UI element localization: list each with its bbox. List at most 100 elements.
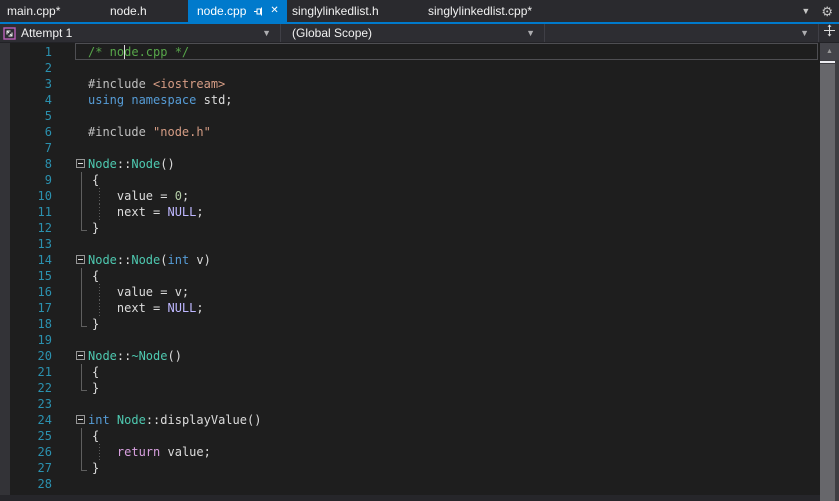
line-number: 23 <box>37 397 52 411</box>
tab-main-cpp[interactable]: main.cpp* <box>0 0 100 22</box>
code-line[interactable]: 17 next = NULL; <box>0 300 820 316</box>
token-plain: ; <box>196 205 204 219</box>
code-text: /* node.cpp */ <box>88 44 820 60</box>
token-plain: ; <box>181 189 190 203</box>
code-line[interactable]: 8 Node::Node() <box>0 156 820 172</box>
code-line[interactable]: 19 <box>0 332 820 348</box>
tab-label: main.cpp* <box>7 4 61 18</box>
code-line[interactable]: 13 <box>0 236 820 252</box>
code-line[interactable]: 24 int Node::displayValue() <box>0 412 820 428</box>
outline-margin <box>52 140 88 156</box>
pin-icon[interactable] <box>253 6 264 17</box>
tab-singlylinkedlist-h[interactable]: singlylinkedlist.h <box>287 0 420 22</box>
token-plain: } <box>92 221 100 235</box>
token-plain: :: <box>116 157 132 171</box>
token-plain: ::displayValue() <box>145 413 262 427</box>
indent-guide-icon <box>99 444 100 460</box>
code-line[interactable]: 15 { <box>0 268 820 284</box>
code-line[interactable]: 27} <box>0 460 820 476</box>
outline-margin <box>52 476 88 492</box>
code-line[interactable]: 28 <box>0 476 820 492</box>
line-number: 1 <box>44 45 52 59</box>
outline-connector-line <box>81 444 82 460</box>
code-line[interactable]: 22} <box>0 380 820 396</box>
scrollbar-thumb[interactable] <box>820 64 835 501</box>
fold-collapse-button[interactable] <box>76 159 85 168</box>
code-line[interactable]: 11 next = NULL; <box>0 204 820 220</box>
code-text: } <box>88 220 820 236</box>
editor-pane[interactable]: 1 /* node.cpp */2 3 #include <iostream> 4 usi… <box>0 43 839 501</box>
gear-icon[interactable]: ⚙ <box>821 5 833 18</box>
line-number: 14 <box>37 253 52 267</box>
token-type: Node <box>88 349 117 363</box>
outline-margin <box>52 76 88 92</box>
line-number: 22 <box>37 381 52 395</box>
outline-margin <box>52 364 88 380</box>
code-line[interactable]: 21 { <box>0 364 820 380</box>
code-line[interactable]: 5 <box>0 108 820 124</box>
token-keyword: int <box>88 413 110 427</box>
code-line[interactable]: 18} <box>0 316 820 332</box>
chevron-down-icon: ▼ <box>262 27 271 38</box>
line-number: 7 <box>44 141 52 155</box>
code-line[interactable]: 23 <box>0 396 820 412</box>
line-number: 11 <box>37 205 52 219</box>
token-type: Node <box>88 157 117 171</box>
tab-singlylinkedlist-cpp[interactable]: singlylinkedlist.cpp* <box>420 0 545 22</box>
code-line[interactable]: 1 /* node.cpp */ <box>0 43 820 60</box>
tab-node-cpp-active[interactable]: node.cpp ✕ <box>188 0 287 22</box>
token-type: Node <box>131 253 161 267</box>
code-line[interactable]: 3 #include <iostream> <box>0 76 820 92</box>
code-line[interactable]: 26 return value; <box>0 444 820 460</box>
code-text: value = 0; <box>88 188 820 204</box>
token-plain: { <box>92 365 100 379</box>
code-line[interactable]: 25 { <box>0 428 820 444</box>
code-editor-window: main.cpp* node.h node.cpp ✕ singlylinked… <box>0 0 839 501</box>
token-keyword: int <box>167 253 190 267</box>
tab-node-h[interactable]: node.h <box>100 0 188 22</box>
token-plain: v) <box>189 253 211 267</box>
outline-margin <box>52 108 88 124</box>
chevron-down-icon[interactable]: ▼ <box>801 6 810 16</box>
code-line[interactable]: 16 value = v; <box>0 284 820 300</box>
code-line[interactable]: 7 <box>0 140 820 156</box>
code-line[interactable]: 20 Node::~Node() <box>0 348 820 364</box>
code-line[interactable]: 10 value = 0; <box>0 188 820 204</box>
code-line[interactable]: 4 using namespace std; <box>0 92 820 108</box>
outline-connector-line <box>81 268 82 284</box>
line-number: 24 <box>37 413 52 427</box>
split-editor-button[interactable] <box>819 24 839 42</box>
scrollbar-up-button[interactable]: ▲ <box>820 43 839 60</box>
outline-margin <box>52 460 88 476</box>
indent-guide-icon <box>99 284 100 300</box>
token-plain: } <box>92 317 100 331</box>
code-line[interactable]: 2 <box>0 60 820 76</box>
fold-collapse-button[interactable] <box>76 415 85 424</box>
outline-connector-line <box>81 428 82 444</box>
scope-dropdown[interactable]: (Global Scope) ▼ <box>281 24 545 42</box>
code-line[interactable]: 14 Node::Node(int v) <box>0 252 820 268</box>
code-line[interactable]: 12} <box>0 220 820 236</box>
code-text: Node::Node(int v) <box>88 252 820 268</box>
outline-connector-line <box>81 316 82 326</box>
vertical-scrollbar[interactable]: ▲ <box>820 43 839 501</box>
close-icon[interactable]: ✕ <box>270 6 278 16</box>
token-plain: { <box>92 173 100 187</box>
code-area[interactable]: 1 /* node.cpp */2 3 #include <iostream> 4 usi… <box>0 43 820 492</box>
code-line[interactable]: 6 #include "node.h" <box>0 124 820 140</box>
project-dropdown[interactable]: Attempt 1 ▼ <box>0 24 281 42</box>
line-number: 15 <box>37 269 52 283</box>
tab-label: node.cpp <box>197 4 247 18</box>
horizontal-scrollbar-track[interactable] <box>0 495 820 501</box>
fold-collapse-button[interactable] <box>76 255 85 264</box>
document-tab-bar: main.cpp* node.h node.cpp ✕ singlylinked… <box>0 0 839 22</box>
member-dropdown[interactable]: ▼ <box>545 24 819 42</box>
outline-connector-line <box>81 326 87 327</box>
outline-margin <box>52 300 88 316</box>
code-line[interactable]: 9{ <box>0 172 820 188</box>
fold-collapse-button[interactable] <box>76 351 85 360</box>
code-text: } <box>88 316 820 332</box>
outline-margin <box>52 396 88 412</box>
